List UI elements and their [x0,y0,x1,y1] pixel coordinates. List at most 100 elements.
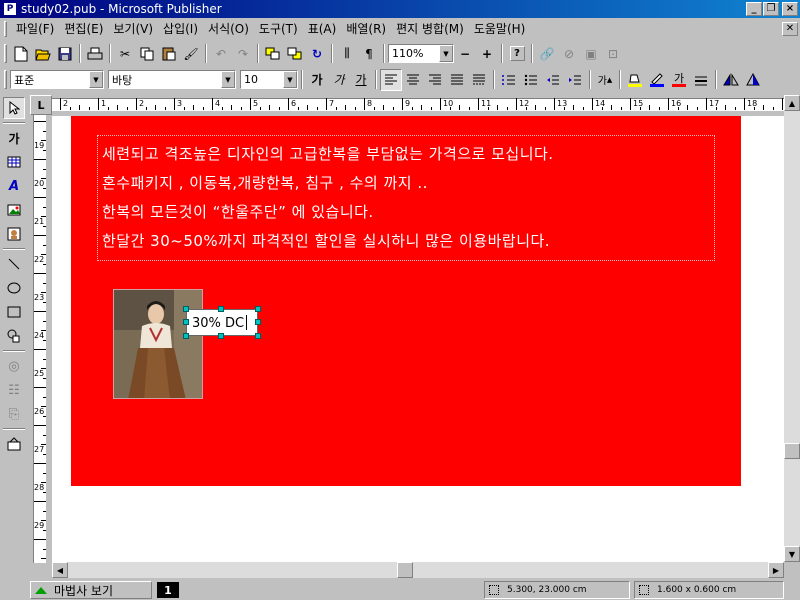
boundaries-icon[interactable]: ⫼ [336,43,358,65]
open-icon[interactable] [32,43,54,65]
menu-file[interactable]: 파일(F) [11,20,59,38]
resize-handle[interactable] [183,319,189,325]
menu-edit[interactable]: 편집(E) [59,20,108,38]
vertical-scroll-thumb[interactable] [784,443,800,459]
form-control-icon[interactable]: ☷ [3,379,25,401]
html-code-icon[interactable]: ⎘ [3,403,25,425]
restore-button[interactable]: ❐ [763,2,779,16]
menu-format[interactable]: 서식(O) [203,20,254,38]
help-icon[interactable]: ? [506,43,528,65]
vertical-ruler[interactable]: 19 20 21 22 23 24 25 26 27 28 29 [30,115,50,563]
menu-mail-merge[interactable]: 편지 병합(M) [391,20,469,38]
chevron-down-icon[interactable]: ▼ [439,45,453,62]
toolbar-grip[interactable] [4,44,7,63]
close-button[interactable]: × [782,2,798,16]
undo-icon[interactable]: ↶ [210,43,232,65]
zoom-in-button[interactable]: + [476,43,498,65]
justify-icon[interactable] [446,69,468,91]
web-preview-icon[interactable]: ▣ [580,43,602,65]
increase-indent-icon[interactable] [564,69,586,91]
scroll-right-icon[interactable]: ▶ [768,562,784,578]
grow-font-button[interactable]: 가 ▲ [594,69,616,91]
redo-icon[interactable]: ↷ [232,43,254,65]
underline-button[interactable]: 가 [350,69,372,91]
rectangle-tool-icon[interactable] [3,301,25,323]
resize-handle[interactable] [218,306,224,312]
resize-handle[interactable] [255,319,261,325]
scroll-down-icon[interactable]: ▼ [784,546,800,562]
resize-handle[interactable] [183,306,189,312]
publisher-icon[interactable]: P [3,2,17,16]
horizontal-ruler[interactable]: 212345678910111213141516171819 [52,95,784,115]
paste-icon[interactable] [158,43,180,65]
rotate-icon[interactable]: ↻ [306,43,328,65]
print-icon[interactable] [84,43,106,65]
minimize-button[interactable]: _ [746,2,762,16]
oval-tool-icon[interactable] [3,277,25,299]
design-gallery-icon[interactable] [3,433,25,455]
ruler-origin-button[interactable]: L [30,95,52,115]
line-style-icon[interactable] [690,69,712,91]
menu-table[interactable]: 표(A) [303,20,342,38]
wordart-tool-icon[interactable]: A [3,175,25,197]
zoom-combo[interactable]: 110% ▼ [388,44,454,63]
align-center-icon[interactable] [402,69,424,91]
flip-vertical-icon[interactable] [720,69,742,91]
text-tool-icon[interactable]: 가 [3,127,25,149]
menu-help[interactable]: 도움말(H) [469,20,531,38]
special-chars-icon[interactable]: ¶ [358,43,380,65]
menu-insert[interactable]: 삽입(I) [158,20,203,38]
cut-icon[interactable]: ✂ [114,43,136,65]
send-to-back-icon[interactable] [284,43,306,65]
web-publish-icon[interactable]: ⊡ [602,43,624,65]
scroll-left-icon[interactable]: ◀ [52,562,68,578]
resize-handle[interactable] [183,333,189,339]
pointer-icon[interactable] [3,97,25,119]
toolbar-grip[interactable] [4,70,7,89]
distribute-icon[interactable] [468,69,490,91]
font-color-button[interactable]: 가 [668,69,690,91]
page-navigator[interactable]: 1 [157,582,179,598]
align-left-icon[interactable] [380,68,402,91]
resize-handle[interactable] [255,306,261,312]
chevron-down-icon[interactable]: ▼ [221,71,235,88]
publication-page[interactable]: 세련되고 격조높은 디자인의 고급한복을 부담없는 가격으로 모십니다. 혼수패… [71,116,741,486]
unlink-icon[interactable]: ⊘ [558,43,580,65]
hyperlink-icon[interactable]: 🔗 [536,43,558,65]
horizontal-scrollbar[interactable]: ◀ ▶ [52,562,784,578]
publication-workspace[interactable]: 세련되고 격조높은 디자인의 고급한복을 부담없는 가격으로 모십니다. 혼수패… [52,116,784,562]
font-size-combo[interactable]: 10 ▼ [240,70,298,89]
decrease-indent-icon[interactable] [542,69,564,91]
numbering-icon[interactable] [498,69,520,91]
menu-tools[interactable]: 도구(T) [254,20,303,38]
table-tool-icon[interactable] [3,151,25,173]
resize-handle[interactable] [218,333,224,339]
save-icon[interactable] [54,43,76,65]
custom-shapes-icon[interactable] [3,325,25,347]
flip-horizontal-icon[interactable] [742,69,764,91]
chevron-down-icon[interactable]: ▼ [89,71,103,88]
font-combo[interactable]: 바탕 ▼ [108,70,236,89]
resize-handle[interactable] [255,333,261,339]
copy-icon[interactable] [136,43,158,65]
picture-tool-icon[interactable] [3,199,25,221]
hanbok-model-photo[interactable] [113,289,203,399]
hotspot-icon[interactable]: ◎ [3,355,25,377]
chevron-down-icon[interactable]: ▼ [283,71,297,88]
align-right-icon[interactable] [424,69,446,91]
italic-button[interactable]: 가 [328,69,350,91]
clip-gallery-icon[interactable] [3,223,25,245]
dc-text-box[interactable]: 30% DC [186,309,258,336]
new-icon[interactable] [10,43,32,65]
menu-view[interactable]: 보기(V) [108,20,158,38]
text-frame[interactable]: 세련되고 격조높은 디자인의 고급한복을 부담없는 가격으로 모십니다. 혼수패… [97,135,715,261]
format-painter-icon[interactable]: 🖌 [180,43,202,65]
show-wizard-button[interactable]: 마법사 보기 [30,581,152,599]
scroll-up-icon[interactable]: ▲ [784,95,800,111]
menu-arrange[interactable]: 배열(R) [341,20,391,38]
fill-color-icon[interactable] [624,69,646,91]
horizontal-scroll-thumb[interactable] [397,562,413,578]
vertical-scrollbar[interactable]: ▲ ▼ [784,95,800,562]
bring-to-front-icon[interactable] [262,43,284,65]
bold-button[interactable]: 가 [306,69,328,91]
